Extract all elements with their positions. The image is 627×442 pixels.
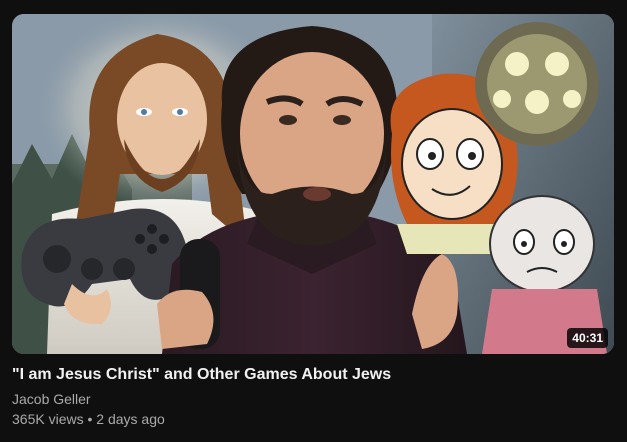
thumbnail-artwork (12, 14, 614, 354)
video-thumbnail[interactable]: 40:31 (12, 14, 614, 354)
video-card: 40:31 "I am Jesus Christ" and Other Game… (0, 0, 627, 442)
duration-badge: 40:31 (567, 328, 608, 348)
upload-age: 2 days ago (96, 411, 165, 427)
channel-name[interactable]: Jacob Geller (12, 389, 612, 409)
diving-helmet (475, 22, 599, 146)
video-title[interactable]: "I am Jesus Christ" and Other Games Abou… (12, 364, 612, 386)
view-count: 365K views (12, 411, 84, 427)
video-stats: 365K views • 2 days ago (12, 409, 612, 429)
video-meta: "I am Jesus Christ" and Other Games Abou… (12, 364, 612, 429)
stats-separator: • (87, 411, 93, 427)
